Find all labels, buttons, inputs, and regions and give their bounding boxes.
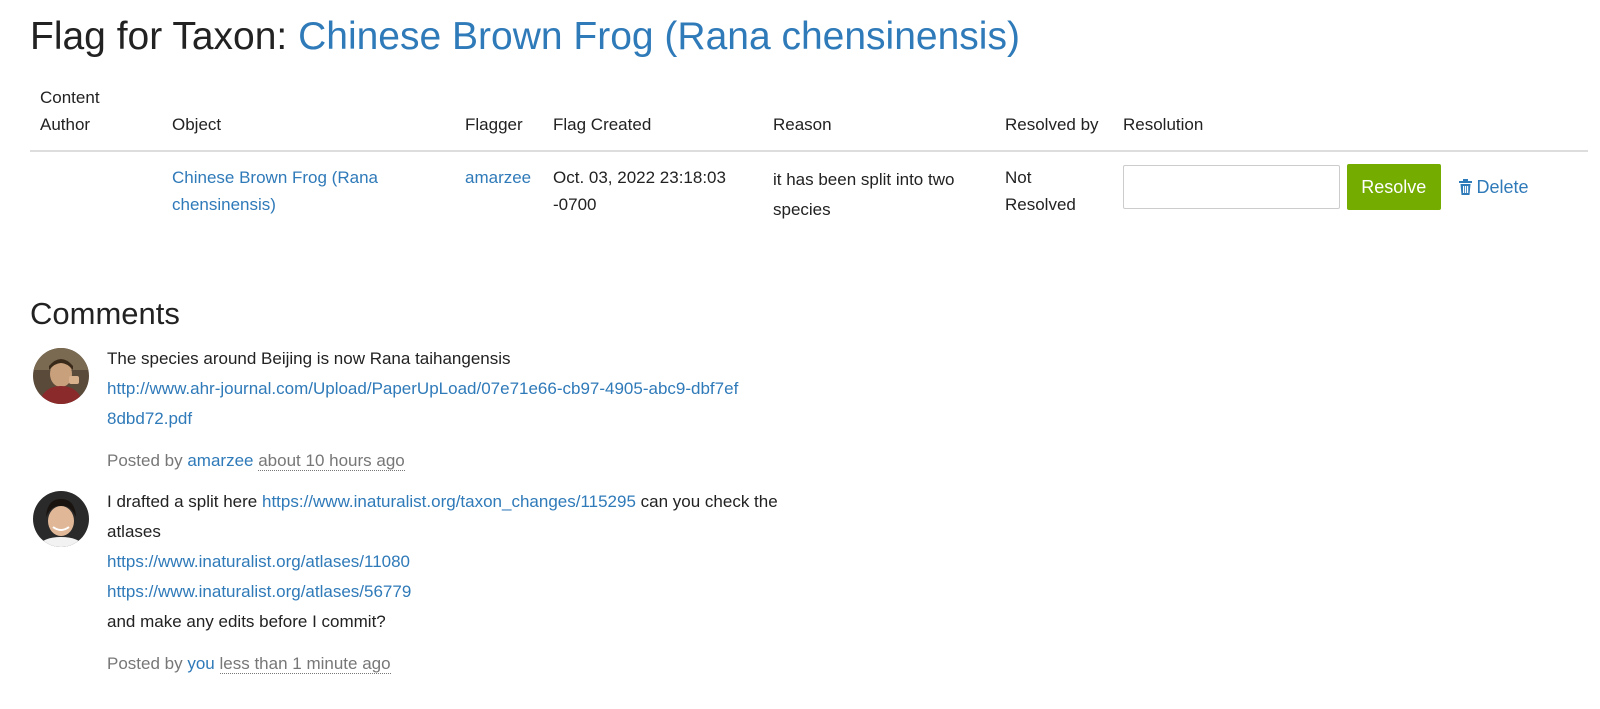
object-link[interactable]: Chinese Brown Frog (Rana chensinensis) <box>172 168 378 214</box>
comments-title: Comments <box>30 296 180 331</box>
page-title: Flag for Taxon: Chinese Brown Frog (Rana… <box>30 14 1020 60</box>
comment-meta: Posted by amarzee about 10 hours ago <box>107 446 827 476</box>
comment-time: about 10 hours ago <box>258 451 405 471</box>
cell-object: Chinese Brown Frog (Rana chensinensis) <box>162 151 455 225</box>
column-header-content-author: Content Author <box>30 82 162 152</box>
posted-by-label: Posted by <box>107 654 183 673</box>
reason-text: it has been split into two species <box>773 170 955 219</box>
column-header-object: Object <box>162 82 455 152</box>
flagger-link[interactable]: amarzee <box>465 168 531 187</box>
posted-by-label: Posted by <box>107 451 183 470</box>
comment-author-link[interactable]: you <box>187 654 214 673</box>
atlas-link-1[interactable]: https://www.inaturalist.org/atlases/1108… <box>107 552 410 571</box>
taxon-link[interactable]: Chinese Brown Frog (Rana chensinensis) <box>298 15 1020 58</box>
comment-meta: Posted by you less than 1 minute ago <box>107 649 827 679</box>
table-row: Chinese Brown Frog (Rana chensinensis) a… <box>30 151 1588 225</box>
cell-flagger: amarzee <box>455 151 543 225</box>
avatar[interactable] <box>33 491 89 547</box>
avatar[interactable] <box>33 348 89 404</box>
trash-icon <box>1459 178 1473 195</box>
delete-label: Delete <box>1476 176 1529 197</box>
comment-text: The species around Beijing is now Rana t… <box>107 349 511 368</box>
comment-text: I drafted a split here https://www.inatu… <box>107 487 827 547</box>
comment-body: I drafted a split here https://www.inatu… <box>107 487 827 679</box>
comment-time: less than 1 minute ago <box>219 654 391 674</box>
comment-link[interactable]: http://www.ahr-journal.com/Upload/PaperU… <box>107 374 747 434</box>
cell-resolved-by: Not Resolved <box>1005 168 1076 214</box>
taxon-change-link[interactable]: https://www.inaturalist.org/taxon_change… <box>262 492 636 511</box>
column-header-resolved-by: Resolved by <box>995 82 1113 152</box>
comment-text-end: and make any edits before I commit? <box>107 612 386 631</box>
resolve-button[interactable]: Resolve <box>1346 164 1441 210</box>
atlas-link-2[interactable]: https://www.inaturalist.org/atlases/5677… <box>107 582 411 601</box>
cell-reason: it has been split into two species <box>763 151 995 225</box>
cell-resolution: Resolve Delete <box>1113 151 1588 225</box>
column-header-flagger: Flagger <box>455 82 543 152</box>
cell-content-author <box>30 151 162 225</box>
page-title-prefix: Flag for Taxon: <box>30 15 299 58</box>
column-header-reason: Reason <box>763 82 995 152</box>
comment-author-link[interactable]: amarzee <box>187 451 253 470</box>
cell-flag-created: Oct. 03, 2022 23:18:03 -0700 <box>553 168 726 214</box>
resolution-input[interactable] <box>1123 165 1340 209</box>
flags-table: Content Author Object Flagger Flag Creat… <box>30 82 1588 225</box>
comment-body: The species around Beijing is now Rana t… <box>107 344 827 476</box>
comment-text-before: I drafted a split here <box>107 492 258 511</box>
column-header-resolution: Resolution <box>1113 82 1588 152</box>
table-header-row: Content Author Object Flagger Flag Creat… <box>30 82 1588 152</box>
delete-link[interactable]: Delete <box>1459 174 1529 201</box>
column-header-flag-created: Flag Created <box>543 82 763 152</box>
